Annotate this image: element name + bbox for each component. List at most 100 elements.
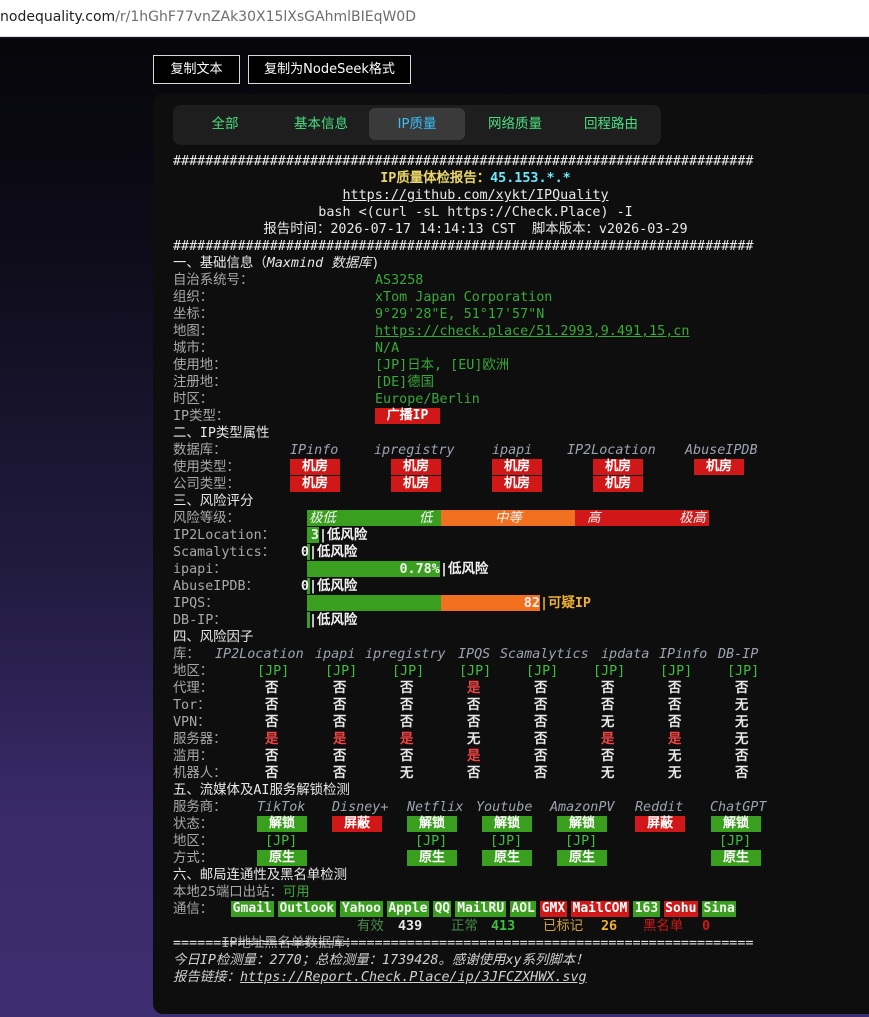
basic-label: 城市： — [173, 341, 214, 356]
type-db-name: ipapi — [492, 443, 533, 458]
company-label: 公司类型： — [173, 477, 240, 492]
section-media-header: 五、流媒体及AI服务解锁检测 — [173, 783, 350, 798]
basic-value[interactable]: https://check.place/51.2993,9.491,15,cn — [375, 323, 689, 340]
url-host: nodequality.com — [0, 9, 116, 25]
factor-value: 否 — [735, 681, 749, 696]
type-db-name: ipregistry — [374, 443, 455, 458]
basic-value: [DE]德国 — [375, 375, 435, 390]
score-value: 0 — [300, 545, 309, 560]
factor-value: 是 — [668, 732, 682, 747]
factor-label: Tor： — [173, 698, 211, 713]
score-text: |低风险 — [309, 545, 358, 560]
tab-ip-quality[interactable]: IP质量 — [369, 108, 465, 140]
factor-value: 否 — [400, 681, 414, 696]
tab-all[interactable]: 全部 — [183, 108, 267, 140]
url-path: /r/1hGhF77vnZAk30X15lXsGAhmlBIEqW0D — [115, 9, 416, 25]
factor-value: 否 — [333, 749, 347, 764]
service-name: Youtube — [476, 800, 533, 815]
factor-value: 否 — [601, 698, 615, 713]
score-label: Scamalytics： — [173, 545, 276, 560]
status-badge: 解锁 — [711, 816, 761, 832]
basic-label: 使用地： — [173, 358, 227, 373]
copy-text-button[interactable]: 复制文本 — [153, 55, 240, 84]
factor-label: 地区： — [173, 664, 214, 679]
factor-db-name: ipregistry — [365, 647, 446, 662]
copy-nodeseek-button[interactable]: 复制为NodeSeek格式 — [248, 55, 411, 84]
factor-value: 是 — [467, 749, 481, 764]
report-panel: 全部 基本信息 IP质量 网络质量 回程路由 #################… — [153, 94, 869, 1014]
score-value: 3 — [310, 528, 319, 543]
blacklist-valid: 439 — [398, 919, 423, 934]
report-title: IP质量体检报告：45.153.*.* — [380, 171, 571, 186]
repo-link[interactable]: https://github.com/xykt/IPQuality — [173, 187, 778, 204]
factor-value: [JP] — [727, 664, 760, 679]
region-label: 地区： — [173, 834, 214, 849]
basic-value: [JP]日本, [EU]欧洲 — [375, 358, 510, 373]
score-text: |可疑IP — [540, 596, 591, 611]
factor-db-name: ipapi — [315, 647, 356, 662]
factor-label: VPN： — [173, 715, 211, 730]
service-label: 服务商： — [173, 800, 227, 815]
factor-value: 无 — [467, 732, 481, 747]
factor-value: 否 — [668, 698, 682, 713]
mail-badge: Sina — [702, 901, 737, 917]
risk-level-text: 高 — [587, 511, 601, 526]
factor-db-name: ipdata — [601, 647, 650, 662]
tab-network-quality[interactable]: 网络质量 — [469, 108, 561, 140]
company-badge: 机房 — [290, 476, 340, 492]
factor-value: 否 — [400, 749, 414, 764]
section-factor-header: 四、风险因子 — [173, 630, 254, 645]
factor-db-name: IPQS — [458, 647, 491, 662]
risk-level-text: 低 — [419, 511, 433, 526]
factor-value: 否 — [735, 749, 749, 764]
factor-value: 否 — [601, 749, 615, 764]
basic-value: 9°29'28"E, 51°17'57"N — [375, 307, 545, 322]
address-bar[interactable]: nodequality.com/r/1hGhF77vnZAk30X15lXsGA… — [0, 0, 869, 37]
score-text: |低风险 — [309, 613, 358, 628]
factor-value: 否 — [735, 766, 749, 781]
factor-value: 否 — [534, 698, 548, 713]
factor-value: 是 — [467, 681, 481, 696]
service-name: ChatGPT — [710, 800, 767, 815]
basic-value: xTom Japan Corporation — [375, 290, 553, 305]
score-label: IPQS： — [173, 596, 219, 611]
blacklist-valid_label: 有效 — [357, 919, 384, 934]
factor-value: 否 — [333, 681, 347, 696]
report-terminal: ########################################… — [173, 153, 863, 985]
basic-value: AS3258 — [375, 273, 424, 288]
factor-label: 代理： — [173, 681, 214, 696]
company-badge: 机房 — [391, 476, 441, 492]
factor-value: 无 — [735, 698, 749, 713]
factor-db-label: 库： — [173, 647, 200, 662]
mail-badge: Sohu — [663, 901, 698, 917]
status-badge: 屏蔽 — [635, 816, 685, 832]
factor-value: [JP] — [257, 664, 290, 679]
report-link[interactable]: https://Report.Check.Place/ip/3JFCZXHWX.… — [240, 970, 587, 985]
factor-value: 否 — [601, 681, 615, 696]
score-label: IP2Location： — [173, 528, 276, 543]
factor-value: 无 — [735, 732, 749, 747]
tab-route[interactable]: 回程路由 — [565, 108, 657, 140]
mail-badge: Apple — [386, 901, 430, 917]
tab-bar: 全部 基本信息 IP质量 网络质量 回程路由 — [173, 105, 661, 145]
score-bar-green — [307, 595, 441, 611]
score-value: 0 — [300, 579, 309, 594]
score-text: |低风险 — [440, 562, 489, 577]
blacklist-marked_label: 已标记 — [543, 919, 584, 934]
factor-value: [JP] — [660, 664, 693, 679]
factor-value: 否 — [534, 732, 548, 747]
method-badge: 原生 — [407, 850, 457, 866]
hash-line: ########################################… — [173, 154, 754, 169]
tab-basic-info[interactable]: 基本信息 — [273, 108, 369, 140]
factor-value: 否 — [534, 715, 548, 730]
mail-badge: Outlook — [277, 901, 337, 917]
mail-badge: Gmail — [231, 901, 274, 917]
blacklist-marked: 26 — [601, 919, 618, 934]
factor-value: 是 — [601, 732, 615, 747]
mail-badge: GMX — [540, 901, 567, 917]
factor-db-name: DB-IP — [718, 647, 759, 662]
score-value: 82 — [523, 596, 540, 611]
factor-value: 否 — [668, 681, 682, 696]
region-value: [JP] — [490, 834, 523, 849]
method-label: 方式： — [173, 851, 214, 866]
